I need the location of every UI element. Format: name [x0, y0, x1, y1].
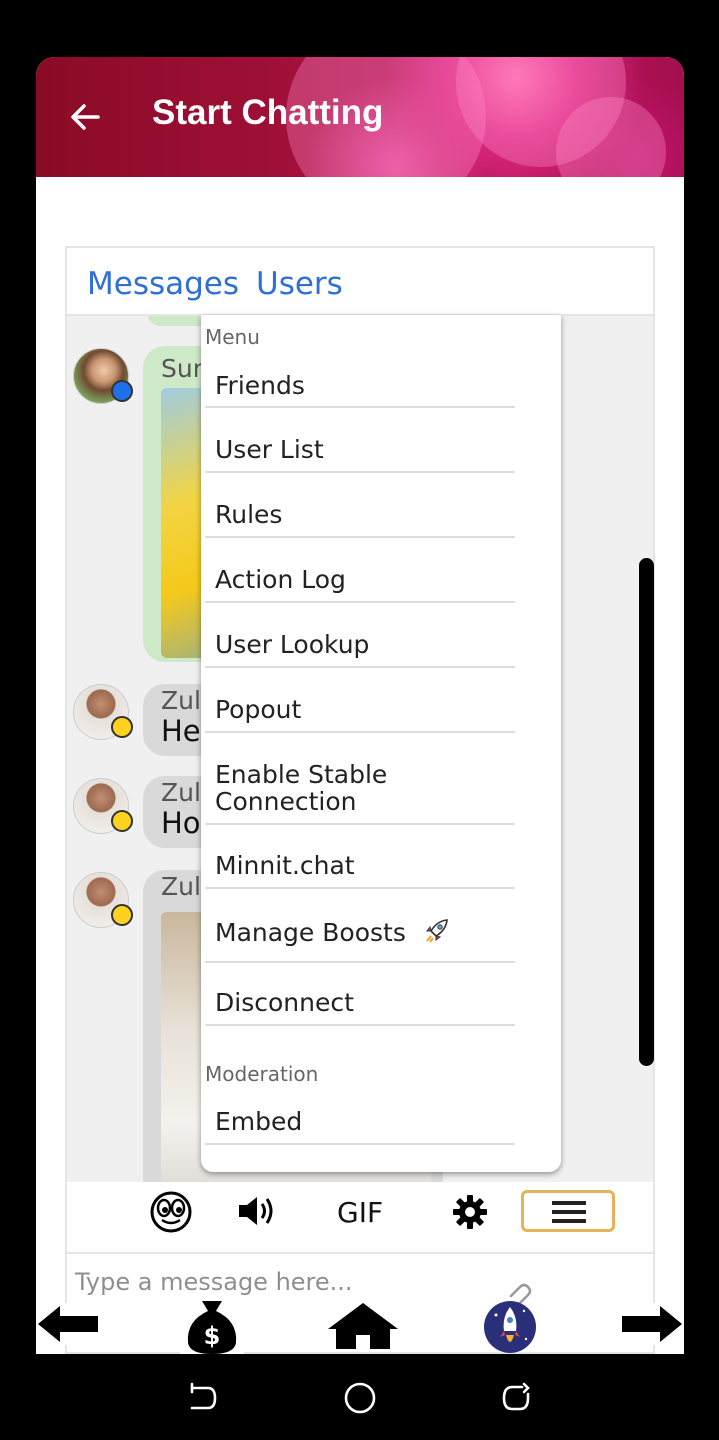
back-system-icon[interactable] — [500, 1382, 534, 1414]
tab-users[interactable]: Users — [256, 266, 343, 302]
system-nav-bar — [0, 1354, 719, 1440]
back-arrow-icon[interactable] — [66, 97, 106, 137]
volume-icon[interactable] — [237, 1194, 277, 1228]
menu-item-enable-stable-connection[interactable]: Enable Stable Connection — [205, 761, 515, 825]
svg-text:$: $ — [204, 1322, 221, 1350]
menu-section-label: Menu — [205, 325, 260, 349]
menu-item-embed[interactable]: Embed — [205, 1108, 515, 1145]
message-author: Zul — [161, 778, 201, 807]
message-input[interactable] — [75, 1268, 575, 1296]
away-status-dot — [111, 716, 133, 738]
rocket-icon — [426, 919, 448, 943]
dropdown-menu: Menu Friends User List Rules Action Log … — [201, 315, 561, 1172]
gif-button[interactable]: GIF — [337, 1196, 383, 1229]
menu-item-rules[interactable]: Rules — [205, 501, 515, 538]
message-text: Ho — [161, 806, 201, 840]
menu-toggle-button[interactable] — [521, 1190, 615, 1232]
menu-item-friends[interactable]: Friends — [205, 372, 515, 408]
emoji-icon[interactable] — [149, 1190, 193, 1234]
scrollbar[interactable] — [639, 558, 654, 1066]
tab-bar: Messages Users — [67, 248, 653, 316]
money-bag-icon[interactable]: $ — [180, 1297, 244, 1354]
gear-icon[interactable] — [452, 1194, 488, 1230]
menu-item-user-list[interactable]: User List — [205, 436, 515, 473]
home-circle-icon[interactable] — [343, 1381, 377, 1415]
menu-item-action-log[interactable]: Action Log — [205, 566, 515, 603]
online-status-dot — [111, 380, 133, 402]
recent-apps-icon[interactable] — [186, 1382, 220, 1414]
back-arrow-nav-icon[interactable] — [36, 1303, 102, 1345]
menu-section-moderation: Moderation — [205, 1062, 319, 1086]
chat-toolbar: GIF — [67, 1182, 653, 1252]
away-status-dot — [111, 904, 133, 926]
rocket-boost-icon[interactable] — [482, 1299, 538, 1355]
page-title: Start Chatting — [152, 93, 384, 132]
bottom-nav: $ — [36, 1297, 684, 1354]
message-text: He — [161, 714, 201, 748]
menu-item-label: Manage Boosts — [215, 918, 406, 947]
message-author: Zul — [161, 686, 201, 715]
menu-item-user-lookup[interactable]: User Lookup — [205, 631, 515, 668]
menu-item-minnit-chat[interactable]: Minnit.chat — [205, 852, 515, 889]
menu-item-manage-boosts[interactable]: Manage Boosts — [205, 919, 515, 963]
tab-messages[interactable]: Messages — [87, 266, 239, 302]
hamburger-icon — [552, 1201, 586, 1223]
app-header: Start Chatting — [36, 57, 684, 177]
forward-arrow-nav-icon[interactable] — [620, 1303, 684, 1345]
message-author: Zul — [161, 872, 201, 901]
away-status-dot — [111, 810, 133, 832]
home-icon[interactable] — [326, 1301, 400, 1351]
menu-item-disconnect[interactable]: Disconnect — [205, 989, 515, 1026]
menu-item-popout[interactable]: Popout — [205, 696, 515, 733]
